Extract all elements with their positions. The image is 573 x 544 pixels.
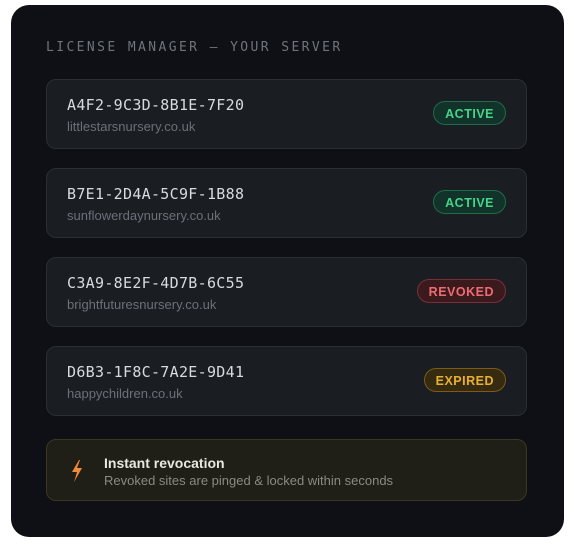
status-badge: ACTIVE bbox=[433, 190, 506, 214]
license-domain: brightfuturesnursery.co.uk bbox=[67, 297, 217, 312]
panel-title: LICENSE MANAGER — YOUR SERVER bbox=[46, 40, 343, 55]
status-badge: ACTIVE bbox=[433, 101, 506, 125]
license-card[interactable]: A4F2-9C3D-8B1E-7F20 littlestarsnursery.c… bbox=[46, 79, 527, 149]
license-domain: littlestarsnursery.co.uk bbox=[67, 119, 196, 134]
license-key: C3A9-8E2F-4D7B-6C55 bbox=[67, 274, 245, 292]
license-card[interactable]: C3A9-8E2F-4D7B-6C55 brightfuturesnursery… bbox=[46, 257, 527, 327]
notice-title: Instant revocation bbox=[104, 455, 225, 471]
license-key: B7E1-2D4A-5C9F-1B88 bbox=[67, 185, 245, 203]
license-manager-panel: LICENSE MANAGER — YOUR SERVER A4F2-9C3D-… bbox=[11, 5, 564, 537]
revocation-notice: Instant revocation Revoked sites are pin… bbox=[46, 439, 527, 501]
license-domain: happychildren.co.uk bbox=[67, 386, 183, 401]
license-domain: sunflowerdaynursery.co.uk bbox=[67, 208, 221, 223]
license-card[interactable]: D6B3-1F8C-7A2E-9D41 happychildren.co.uk … bbox=[46, 346, 527, 416]
license-card[interactable]: B7E1-2D4A-5C9F-1B88 sunflowerdaynursery.… bbox=[46, 168, 527, 238]
status-badge: EXPIRED bbox=[423, 368, 506, 392]
license-key: D6B3-1F8C-7A2E-9D41 bbox=[67, 363, 245, 381]
status-badge: REVOKED bbox=[416, 279, 506, 303]
lightning-bolt-icon bbox=[69, 459, 85, 483]
notice-subtitle: Revoked sites are pinged & locked within… bbox=[104, 473, 394, 488]
license-key: A4F2-9C3D-8B1E-7F20 bbox=[67, 96, 245, 114]
